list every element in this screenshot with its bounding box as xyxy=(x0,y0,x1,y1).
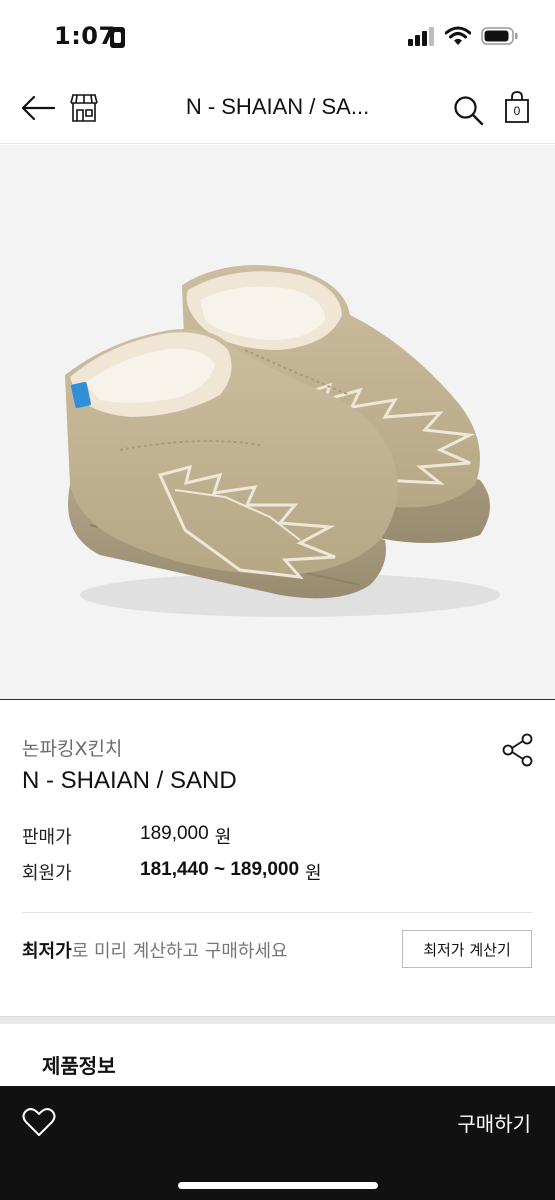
member-price-row: 회원가 181,440 ~ 189,000 원 xyxy=(22,859,322,885)
sale-price-unit: 원 xyxy=(214,827,232,848)
cart-button[interactable]: 0 xyxy=(500,90,534,124)
battery-icon xyxy=(481,27,518,45)
product-name: N - SHAIAN / SAND xyxy=(22,767,237,794)
lowest-price-calculator-button[interactable]: 최저가 계산기 xyxy=(402,930,532,968)
lowest-price-rest: 로 미리 계산하고 구매하세요 xyxy=(71,941,288,962)
status-indicators xyxy=(407,26,519,46)
sale-price-value: 189,000 xyxy=(140,823,209,844)
section-divider xyxy=(0,1016,555,1024)
status-time: 1:07 xyxy=(54,22,116,50)
sale-price-label: 판매가 xyxy=(22,827,72,848)
bottom-action-bar: 구매하기 xyxy=(0,1086,555,1200)
page-title: N - SHAIAN / SA... xyxy=(185,94,370,119)
wifi-icon xyxy=(445,26,471,45)
member-price-value: 181,440 ~ 189,000 xyxy=(140,859,300,880)
sale-price-row: 판매가 189,000 원 xyxy=(22,823,231,849)
signal-icon xyxy=(408,27,434,46)
brand-name[interactable]: 논파킹X킨치 xyxy=(22,734,122,761)
store-icon[interactable] xyxy=(68,92,100,124)
buy-button[interactable]: 구매하기 xyxy=(457,1108,531,1137)
top-navigation: N - SHAIAN / SA... 0 xyxy=(0,72,555,144)
member-price-label: 회원가 xyxy=(22,863,72,884)
heart-icon[interactable] xyxy=(22,1106,56,1138)
product-info-tab[interactable]: 제품정보 xyxy=(42,1050,116,1079)
home-indicator xyxy=(178,1182,378,1189)
status-bar: 1:07 xyxy=(0,0,555,70)
lowest-price-strong: 최저가 xyxy=(22,941,72,962)
lowest-price-prompt: 최저가로 미리 계산하고 구매하세요 xyxy=(22,937,288,963)
cart-count-badge: 0 xyxy=(513,104,521,118)
product-image[interactable] xyxy=(0,145,555,700)
person-badge-icon xyxy=(110,27,125,48)
search-icon[interactable] xyxy=(452,94,484,126)
back-arrow-icon[interactable] xyxy=(20,94,56,122)
member-price-unit: 원 xyxy=(305,863,322,884)
suede-clog-image xyxy=(65,265,500,617)
share-icon[interactable] xyxy=(502,733,534,767)
divider xyxy=(22,912,533,913)
